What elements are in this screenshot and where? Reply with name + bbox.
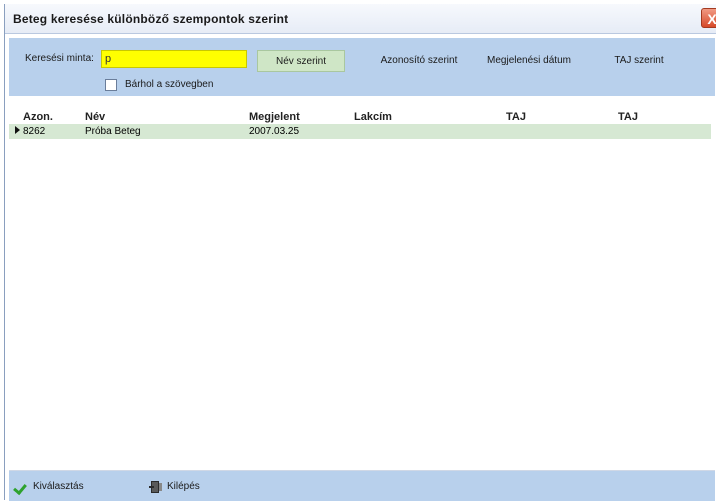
search-label: Keresési minta: <box>25 53 94 64</box>
search-panel: Keresési minta: Bárhol a szövegben Név s… <box>9 38 715 96</box>
cell-appeared: 2007.03.25 <box>249 126 300 137</box>
exit-door-icon <box>149 481 162 493</box>
search-input[interactable] <box>101 50 247 68</box>
column-header-address[interactable]: Lakcím <box>354 111 392 123</box>
exit-button[interactable]: Kilépés <box>149 480 239 496</box>
column-header-name[interactable]: Név <box>85 111 105 123</box>
bottom-toolbar: Kiválasztás Kilépés <box>9 471 715 501</box>
title-bar: Beteg keresése különböző szempontok szer… <box>5 4 716 34</box>
table-row[interactable]: 8262 Próba Beteg 2007.03.25 <box>9 124 711 139</box>
search-by-name-button[interactable]: Név szerint <box>257 50 345 72</box>
checkmark-icon <box>13 480 27 496</box>
close-icon: X <box>707 11 716 27</box>
exit-button-label: Kilépés <box>167 481 200 492</box>
row-pointer-icon <box>15 126 20 134</box>
window-title: Beteg keresése különböző szempontok szer… <box>13 12 289 26</box>
anywhere-checkbox-label: Bárhol a szövegben <box>125 79 214 90</box>
search-by-taj-button[interactable]: TAJ szerint <box>594 50 684 72</box>
search-by-id-button[interactable]: Azonosító szerint <box>369 50 469 72</box>
close-button[interactable]: X <box>701 8 716 28</box>
search-by-date-button[interactable]: Megjelenési dátum <box>479 50 579 72</box>
results-grid[interactable] <box>9 104 715 470</box>
column-header-taj-2[interactable]: TAJ <box>618 111 638 123</box>
column-header-id[interactable]: Azon. <box>23 111 53 123</box>
anywhere-checkbox[interactable] <box>105 79 117 91</box>
column-header-taj[interactable]: TAJ <box>506 111 526 123</box>
cell-id: 8262 <box>23 126 46 137</box>
select-button[interactable]: Kiválasztás <box>13 480 115 496</box>
cell-name: Próba Beteg <box>85 126 141 137</box>
search-window: Beteg keresése különböző szempontok szer… <box>4 4 716 501</box>
select-button-label: Kiválasztás <box>33 481 84 492</box>
column-header-appeared[interactable]: Megjelent <box>249 111 300 123</box>
